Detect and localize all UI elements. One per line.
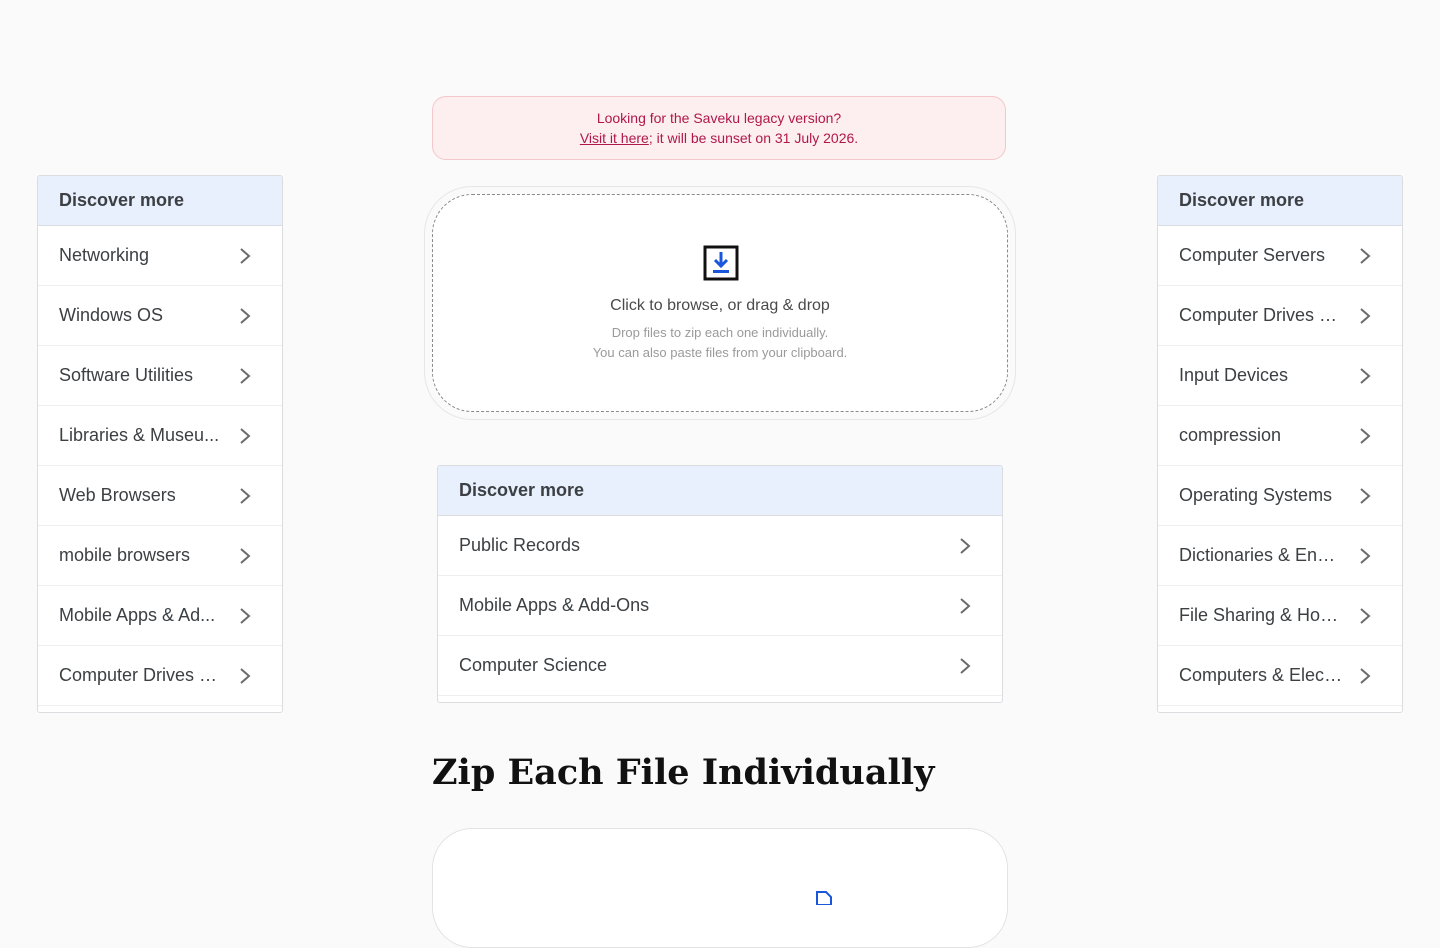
discover-item-operating-systems[interactable]: Operating Systems — [1158, 466, 1402, 526]
discover-item-computer-drives[interactable]: Computer Drives &... — [1158, 286, 1402, 346]
dropzone-hint-1: Drop files to zip each one individually. — [611, 325, 829, 340]
discover-item-label: Computer Drives &... — [59, 665, 224, 685]
discover-item-libraries[interactable]: Libraries & Museu... — [38, 406, 282, 466]
discover-item-label: Computer Science — [459, 655, 608, 675]
discover-item-computer-drives[interactable]: Computer Drives &... — [38, 646, 282, 706]
left-discover-panel: Discover more Networking Windows OS Soft… — [37, 175, 283, 713]
discover-item-windows-os[interactable]: Windows OS — [38, 286, 282, 346]
discover-item-computers-electronics[interactable]: Computers & Elect... — [1158, 646, 1402, 706]
discover-item-label: Computers & Elect... — [1179, 665, 1344, 685]
chevron-right-icon — [1360, 247, 1371, 264]
discover-item-label: Operating Systems — [1179, 485, 1333, 505]
chevron-right-icon — [960, 537, 971, 554]
discover-item-label: Software Utilities — [59, 365, 194, 385]
discover-item-label: Mobile Apps & Add-Ons — [459, 595, 650, 615]
banner-sunset-text: ; it will be sunset on 31 July 2026. — [648, 130, 859, 146]
dropzone-hint-2: You can also paste files from your clipb… — [592, 345, 848, 360]
discover-item-mobile-apps[interactable]: Mobile Apps & Ad... — [38, 586, 282, 646]
chevron-right-icon — [960, 657, 971, 674]
panel-header: Discover more — [38, 176, 282, 226]
chevron-right-icon — [240, 667, 251, 684]
chevron-right-icon — [1360, 667, 1371, 684]
download-tray-icon — [703, 245, 739, 281]
discover-item-label: Windows OS — [59, 305, 164, 325]
chevron-right-icon — [240, 307, 251, 324]
discover-item-label: Libraries & Museu... — [59, 425, 220, 445]
chevron-right-icon — [240, 367, 251, 384]
panel-header: Discover more — [438, 466, 1002, 516]
options-card — [432, 828, 1008, 948]
chevron-right-icon — [240, 487, 251, 504]
discover-item-compression[interactable]: compression — [1158, 406, 1402, 466]
discover-item-label: Public Records — [459, 535, 581, 555]
discover-item-input-devices[interactable]: Input Devices — [1158, 346, 1402, 406]
chevron-right-icon — [240, 427, 251, 444]
discover-item-mobile-browsers[interactable]: mobile browsers — [38, 526, 282, 586]
discover-item-label: compression — [1179, 425, 1282, 445]
legacy-version-link[interactable]: Visit it here — [580, 130, 649, 146]
discover-item-dictionaries[interactable]: Dictionaries & Ency... — [1158, 526, 1402, 586]
discover-item-label: Networking — [59, 245, 150, 265]
chevron-right-icon — [1360, 487, 1371, 504]
discover-item-computer-science[interactable]: Computer Science — [438, 636, 1002, 696]
discover-item-software-utilities[interactable]: Software Utilities — [38, 346, 282, 406]
file-dropzone[interactable]: Click to browse, or drag & drop Drop fil… — [432, 194, 1008, 412]
panel-header: Discover more — [1158, 176, 1402, 226]
right-discover-panel: Discover more Computer Servers Computer … — [1157, 175, 1403, 713]
discover-item-file-sharing[interactable]: File Sharing & Host... — [1158, 586, 1402, 646]
discover-item-label: Mobile Apps & Ad... — [59, 605, 216, 625]
banner-sunset-line: Visit it here; it will be sunset on 31 J… — [433, 128, 1005, 148]
discover-item-label: Computer Servers — [1179, 245, 1326, 265]
discover-item-networking[interactable]: Networking — [38, 226, 282, 286]
discover-item-label: Input Devices — [1179, 365, 1289, 385]
legacy-version-banner: Looking for the Saveku legacy version? V… — [432, 96, 1006, 160]
discover-item-web-browsers[interactable]: Web Browsers — [38, 466, 282, 526]
dropzone-title: Click to browse, or drag & drop — [610, 297, 830, 314]
discover-item-label: File Sharing & Host... — [1179, 605, 1344, 625]
discover-item-label: Web Browsers — [59, 485, 176, 505]
banner-message: Looking for the Saveku legacy version? — [596, 110, 842, 126]
discover-item-label: Computer Drives &... — [1179, 305, 1344, 325]
chevron-right-icon — [240, 247, 251, 264]
discover-item-computer-servers[interactable]: Computer Servers — [1158, 226, 1402, 286]
center-discover-panel: Discover more Public Records Mobile Apps… — [437, 465, 1003, 703]
discover-item-mobile-apps-addons[interactable]: Mobile Apps & Add-Ons — [438, 576, 1002, 636]
chevron-right-icon — [1360, 547, 1371, 564]
chevron-right-icon — [1360, 427, 1371, 444]
discover-item-label: mobile browsers — [59, 545, 191, 565]
page-heading: Zip Each File Individually — [432, 752, 935, 793]
chevron-right-icon — [1360, 367, 1371, 384]
chevron-right-icon — [240, 547, 251, 564]
discover-item-label: Dictionaries & Ency... — [1179, 545, 1344, 565]
chevron-right-icon — [240, 607, 251, 624]
chevron-right-icon — [1360, 307, 1371, 324]
discover-item-public-records[interactable]: Public Records — [438, 516, 1002, 576]
file-icon — [816, 891, 832, 905]
chevron-right-icon — [960, 597, 971, 614]
chevron-right-icon — [1360, 607, 1371, 624]
